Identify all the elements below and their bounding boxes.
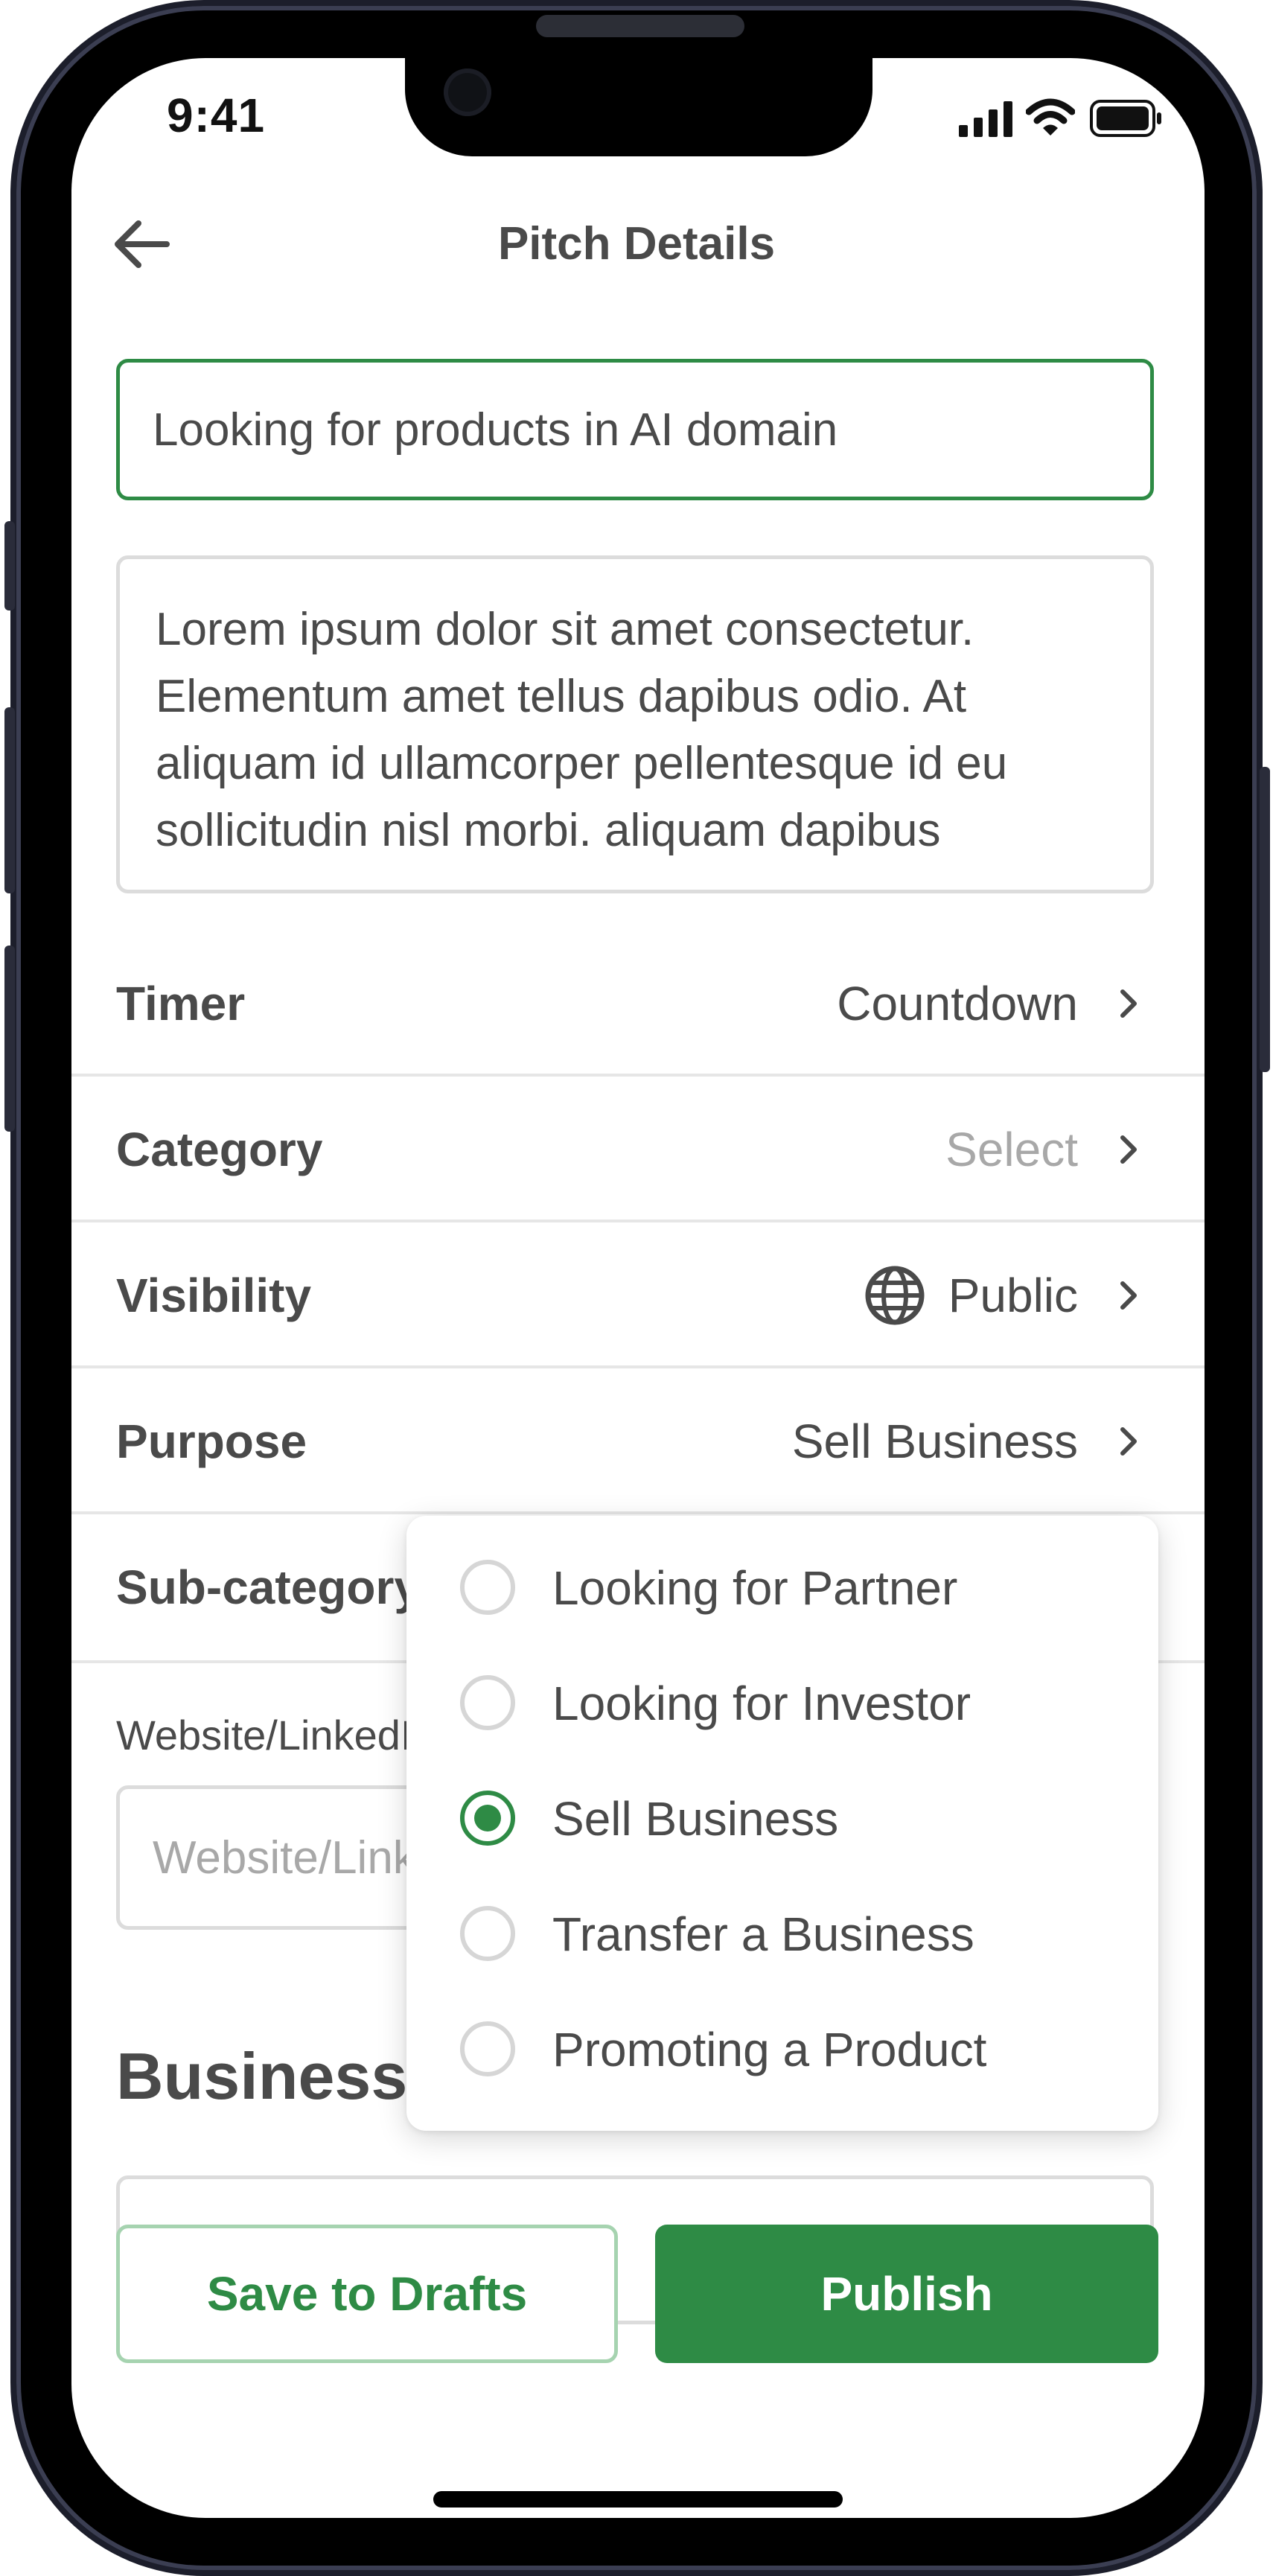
row-label-purpose: Purpose — [116, 1415, 307, 1468]
status-time: 9:41 — [167, 89, 266, 142]
purpose-option-label: Transfer a Business — [552, 1907, 974, 1961]
timer-row[interactable]: Timer Countdown — [71, 931, 1205, 1077]
purpose-option-label: Looking for Investor — [552, 1677, 972, 1730]
purpose-option-label: Sell Business — [552, 1792, 839, 1846]
row-value-category: Select — [945, 1123, 1078, 1176]
battery-icon — [1090, 100, 1161, 137]
row-value-visibility: Public — [864, 1222, 1078, 1368]
purpose-row[interactable]: Purpose Sell Business — [71, 1368, 1205, 1514]
wifi-icon — [1026, 98, 1075, 136]
visibility-value-text: Public — [948, 1269, 1078, 1322]
radio-unchecked[interactable] — [460, 2021, 515, 2076]
row-value-timer: Countdown — [837, 977, 1078, 1030]
chevron-right-icon — [1120, 989, 1137, 1018]
purpose-option[interactable]: Transfer a Business — [406, 1878, 1158, 1994]
chevron-right-icon — [1120, 1427, 1137, 1456]
pitch-description-value: Lorem ipsum dolor sit amet consectetur. … — [156, 604, 1008, 856]
radio-unchecked[interactable] — [460, 1675, 515, 1730]
website-label: Website/LinkedIn — [116, 1712, 436, 1759]
row-label-sub-category: Sub-category — [116, 1560, 421, 1614]
volume-down-button — [4, 946, 15, 1132]
radio-unchecked[interactable] — [460, 1560, 515, 1615]
save-to-drafts-button[interactable]: Save to Drafts — [116, 2225, 618, 2363]
chevron-right-icon — [1120, 1281, 1137, 1310]
purpose-option[interactable]: Promoting a Product — [406, 1994, 1158, 2109]
page-title: Pitch Details — [497, 218, 776, 270]
home-indicator[interactable] — [433, 2491, 843, 2508]
purpose-option[interactable]: Looking for Partner — [406, 1532, 1158, 1648]
globe-icon — [865, 1266, 925, 1325]
radio-unchecked[interactable] — [460, 1906, 515, 1961]
purpose-option-selected[interactable]: Sell Business — [406, 1763, 1158, 1878]
visibility-row[interactable]: Visibility Public — [71, 1222, 1205, 1368]
radio-checked[interactable] — [460, 1791, 515, 1846]
row-label-timer: Timer — [116, 977, 246, 1030]
side-button — [4, 521, 15, 610]
radio-dot — [474, 1805, 501, 1831]
row-label-category: Category — [116, 1123, 323, 1176]
chevron-right-icon — [1120, 1135, 1137, 1164]
purpose-option-label: Promoting a Product — [552, 2023, 987, 2076]
power-button — [1260, 767, 1270, 1072]
purpose-option-label: Looking for Partner — [552, 1561, 958, 1615]
category-row[interactable]: Category Select — [71, 1077, 1205, 1222]
publish-button[interactable]: Publish — [655, 2225, 1158, 2363]
purpose-option[interactable]: Looking for Investor — [406, 1648, 1158, 1763]
front-camera — [444, 68, 491, 116]
purpose-dropdown: Looking for Partner Looking for Investor… — [406, 1516, 1158, 2131]
pitch-description-input[interactable]: Lorem ipsum dolor sit amet consectetur. … — [116, 555, 1154, 893]
row-value-purpose: Sell Business — [791, 1415, 1078, 1468]
row-label-visibility: Visibility — [116, 1269, 312, 1322]
volume-up-button — [4, 707, 15, 893]
signal-icon — [959, 101, 1012, 137]
pitch-title-input[interactable]: Looking for products in AI domain — [116, 359, 1154, 500]
speaker-grille — [536, 15, 744, 37]
pitch-title-value: Looking for products in AI domain — [153, 404, 838, 456]
